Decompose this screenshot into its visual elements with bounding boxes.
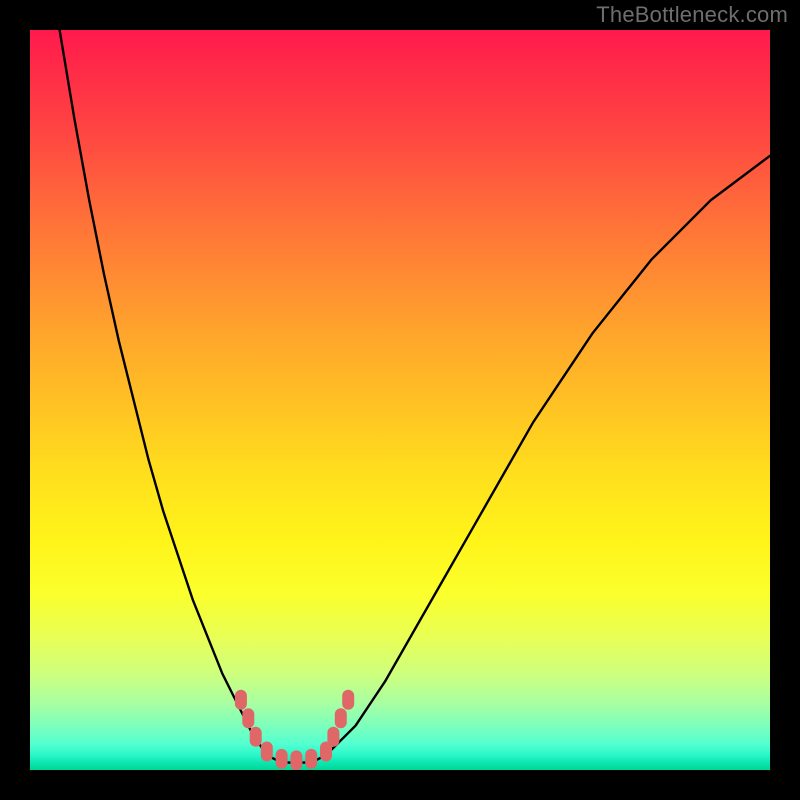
curve-marker (250, 727, 262, 747)
bottleneck-curve (60, 30, 770, 763)
curve-marker (290, 750, 302, 770)
curve-marker (235, 690, 247, 710)
chart-frame: TheBottleneck.com (0, 0, 800, 800)
curve-marker (327, 727, 339, 747)
curve-marker (276, 749, 288, 769)
curve-marker (242, 708, 254, 728)
curve-marker (335, 708, 347, 728)
curve-marker (261, 742, 273, 762)
curve-markers (235, 690, 354, 770)
watermark-label: TheBottleneck.com (596, 2, 788, 28)
curve-marker (342, 690, 354, 710)
curve-marker (305, 749, 317, 769)
curve-layer (30, 30, 770, 770)
plot-area (30, 30, 770, 770)
